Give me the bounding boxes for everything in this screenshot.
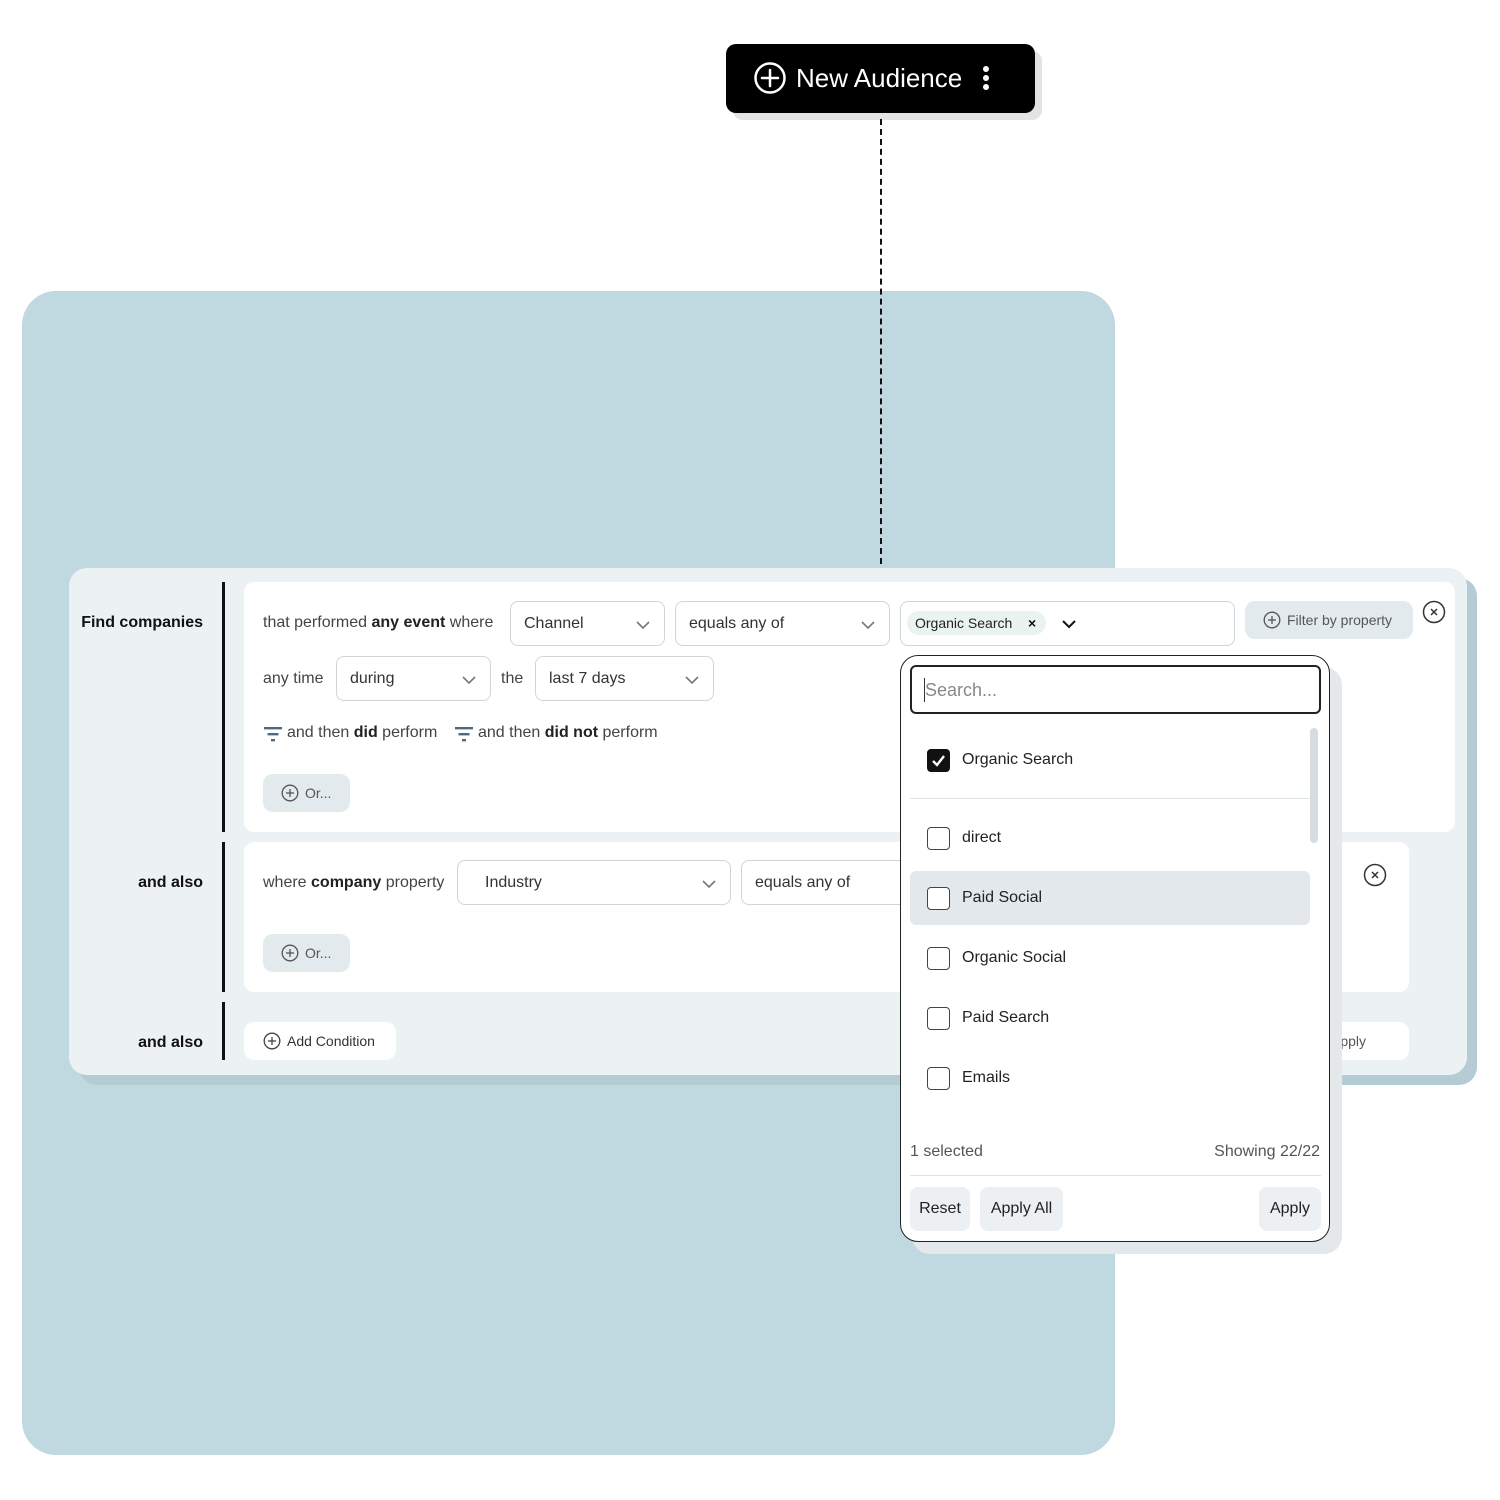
checkbox[interactable] bbox=[927, 1007, 950, 1030]
row-label-and-also: and also bbox=[138, 874, 203, 891]
chevron-down-icon bbox=[462, 676, 476, 685]
new-audience-label: New Audience bbox=[796, 63, 963, 93]
apply-builder-button[interactable]: Apply bbox=[1320, 1022, 1409, 1060]
check-icon bbox=[932, 755, 945, 767]
chevron-down-icon bbox=[636, 621, 650, 630]
operator-select[interactable]: equals any of bbox=[675, 601, 890, 646]
row-divider bbox=[222, 582, 225, 832]
chevron-down-icon bbox=[685, 676, 699, 685]
remove-chip-icon[interactable]: × bbox=[1028, 616, 1036, 630]
apply-button[interactable]: Apply bbox=[1259, 1187, 1321, 1231]
chevron-down-icon bbox=[861, 621, 875, 630]
option-direct[interactable]: direct bbox=[910, 811, 1310, 865]
funnel-icon bbox=[455, 727, 473, 742]
checkbox-checked[interactable] bbox=[927, 749, 950, 772]
reset-button[interactable]: Reset bbox=[910, 1187, 970, 1231]
close-circle-icon[interactable] bbox=[1422, 600, 1446, 624]
plus-circle-icon bbox=[754, 62, 786, 94]
channel-values-dropdown: Search... Organic Search direct Paid Soc… bbox=[900, 655, 1330, 1242]
apply-all-button[interactable]: Apply All bbox=[980, 1187, 1063, 1231]
condition-prefix-company: where company property bbox=[263, 874, 445, 891]
option-emails[interactable]: Emails bbox=[910, 1051, 1310, 1105]
chevron-down-icon[interactable] bbox=[1061, 616, 1077, 632]
checkbox[interactable] bbox=[927, 887, 950, 910]
plus-circle-icon bbox=[1263, 611, 1281, 629]
more-options-icon[interactable] bbox=[978, 64, 994, 94]
connector-line bbox=[880, 119, 882, 564]
time-the: the bbox=[501, 670, 524, 687]
time-select[interactable]: during bbox=[336, 656, 491, 701]
scrollbar[interactable] bbox=[1309, 728, 1319, 843]
property-select-industry[interactable]: Industry bbox=[457, 860, 731, 905]
option-organic-social[interactable]: Organic Social bbox=[910, 931, 1310, 985]
then-did-perform-link[interactable]: and then did perform bbox=[287, 723, 437, 743]
selected-value-chip: Organic Search × bbox=[907, 611, 1046, 635]
row-divider bbox=[222, 1002, 225, 1060]
close-circle-icon[interactable] bbox=[1363, 863, 1387, 887]
plus-circle-icon bbox=[263, 1032, 281, 1050]
filter-by-property-button[interactable]: Filter by property bbox=[1245, 601, 1413, 639]
time-prefix: any time bbox=[263, 670, 324, 687]
condition-prefix: that performed any event where bbox=[263, 614, 494, 631]
operator-select-2[interactable]: equals any of bbox=[741, 860, 911, 905]
range-select[interactable]: last 7 days bbox=[535, 656, 714, 701]
checkbox[interactable] bbox=[927, 1067, 950, 1090]
search-input[interactable]: Search... bbox=[910, 665, 1321, 714]
row-label-find-companies: Find companies bbox=[81, 614, 203, 631]
chevron-down-icon bbox=[702, 880, 716, 889]
funnel-icon bbox=[264, 727, 282, 742]
then-did-not-perform-link[interactable]: and then did not perform bbox=[478, 723, 658, 743]
scrollbar-thumb[interactable] bbox=[1310, 728, 1318, 843]
plus-circle-icon bbox=[281, 784, 299, 802]
or-button[interactable]: Or... bbox=[263, 934, 350, 972]
option-paid-social[interactable]: Paid Social bbox=[910, 871, 1310, 925]
divider bbox=[910, 798, 1310, 799]
checkbox[interactable] bbox=[927, 947, 950, 970]
option-organic-search[interactable]: Organic Search bbox=[910, 733, 1310, 787]
add-condition-button[interactable]: Add Condition bbox=[244, 1022, 396, 1060]
row-divider bbox=[222, 842, 225, 992]
selected-count: 1 selected bbox=[910, 1143, 983, 1160]
plus-circle-icon bbox=[281, 944, 299, 962]
divider bbox=[910, 1175, 1321, 1176]
new-audience-button[interactable]: New Audience bbox=[726, 44, 1035, 113]
showing-count: Showing 22/22 bbox=[1214, 1143, 1320, 1160]
row-label-and-also: and also bbox=[138, 1034, 203, 1051]
option-paid-search[interactable]: Paid Search bbox=[910, 991, 1310, 1045]
or-button[interactable]: Or... bbox=[263, 774, 350, 812]
checkbox[interactable] bbox=[927, 827, 950, 850]
property-select-channel[interactable]: Channel bbox=[510, 601, 665, 646]
